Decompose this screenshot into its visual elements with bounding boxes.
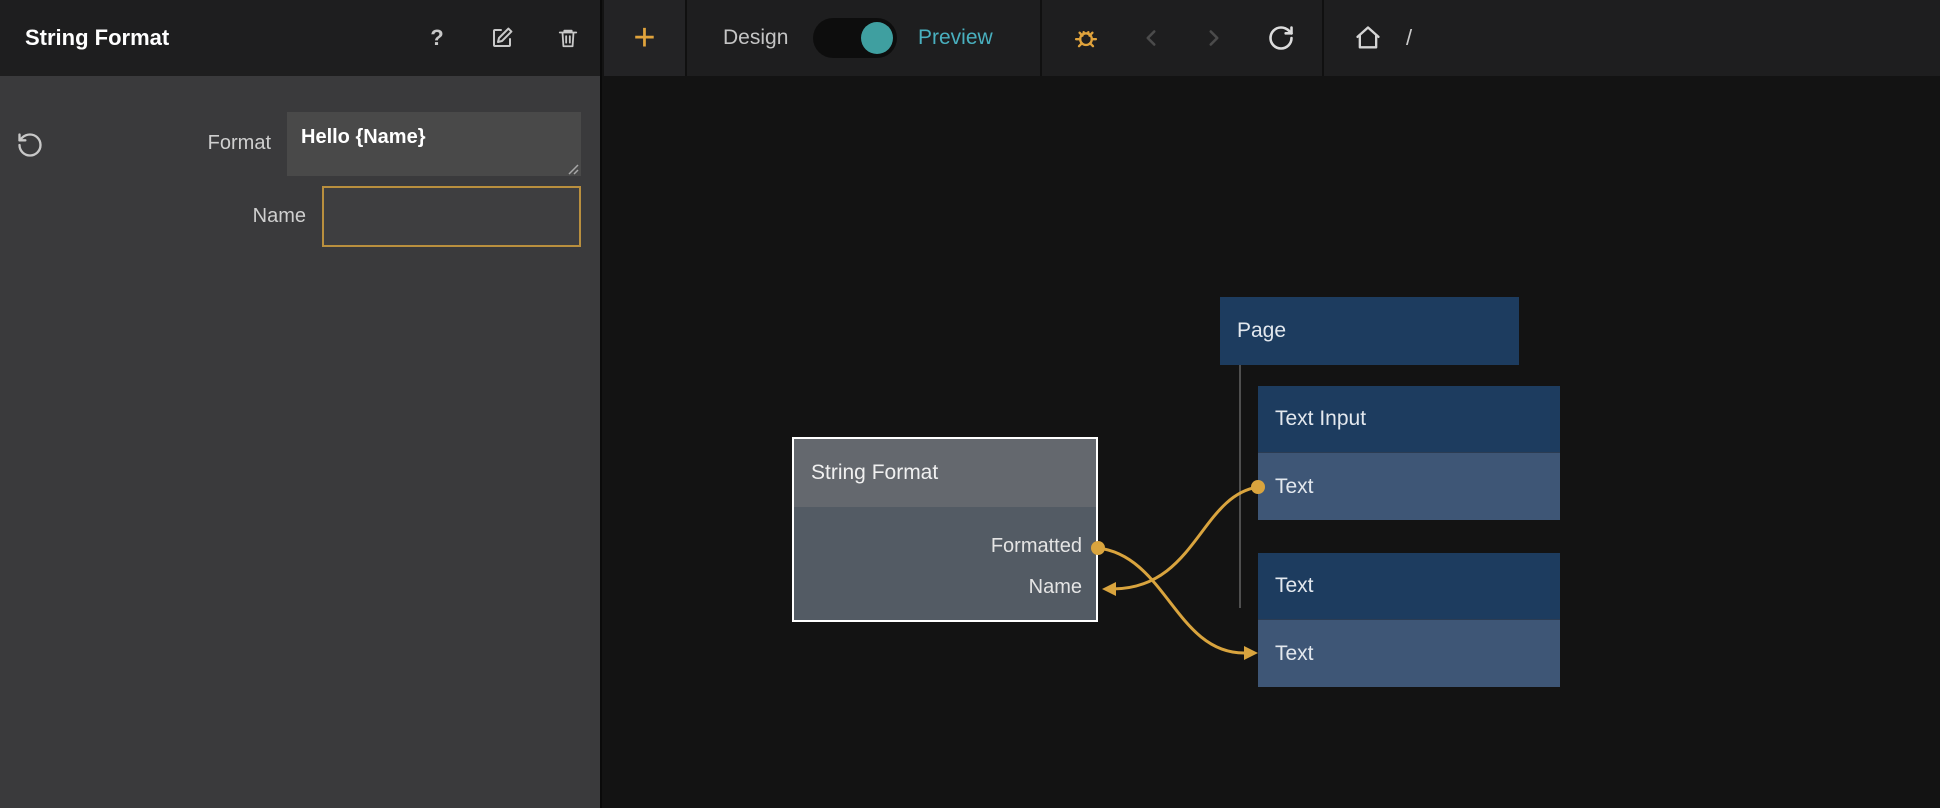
wire-arrowhead bbox=[1244, 646, 1258, 660]
toggle-knob bbox=[861, 22, 893, 54]
string-format-node-selected[interactable]: String Format Formatted Name bbox=[792, 437, 1098, 622]
textarea-resize-handle[interactable] bbox=[567, 162, 579, 174]
text-node-header: Text bbox=[1258, 553, 1560, 619]
sidebar-header: String Format ? bbox=[0, 0, 600, 76]
refresh-icon[interactable] bbox=[1261, 18, 1301, 58]
text-input-text-port-label: Text bbox=[1258, 453, 1560, 521]
formatted-output-port[interactable]: Formatted bbox=[991, 535, 1082, 558]
string-format-node-title: String Format bbox=[794, 439, 1096, 507]
toolbar-divider bbox=[1040, 0, 1042, 76]
node-graph-canvas[interactable]: Page Text Input Text Text Text String Fo… bbox=[604, 76, 1940, 808]
edit-icon[interactable] bbox=[486, 22, 518, 54]
name-input[interactable] bbox=[322, 186, 581, 247]
text-node[interactable]: Text Text bbox=[1258, 553, 1560, 687]
string-format-node-body: Formatted Name bbox=[794, 507, 1096, 620]
trash-icon[interactable] bbox=[552, 22, 584, 54]
page-node[interactable]: Page bbox=[1220, 297, 1519, 365]
format-input[interactable]: Hello {Name} bbox=[287, 112, 581, 176]
preview-mode-label[interactable]: Preview bbox=[918, 0, 993, 76]
connection-wire[interactable] bbox=[1112, 487, 1258, 589]
design-mode-label[interactable]: Design bbox=[723, 0, 788, 76]
text-node-title: Text bbox=[1258, 553, 1560, 619]
text-input-node[interactable]: Text Input Text bbox=[1258, 386, 1560, 520]
properties-sidebar: String Format ? Format H bbox=[0, 0, 602, 808]
text-text-port-label: Text bbox=[1258, 620, 1560, 688]
format-field-label: Format bbox=[0, 132, 271, 155]
home-icon[interactable] bbox=[1348, 18, 1388, 58]
navigate-forward-icon[interactable] bbox=[1194, 18, 1234, 58]
text-input-node-header: Text Input bbox=[1258, 386, 1560, 452]
text-text-port[interactable]: Text bbox=[1258, 619, 1560, 687]
navigate-back-icon[interactable] bbox=[1131, 18, 1171, 58]
name-input-port[interactable]: Name bbox=[1029, 576, 1082, 599]
wire-arrowhead bbox=[1102, 582, 1116, 596]
text-input-text-port[interactable]: Text bbox=[1258, 452, 1560, 520]
toolbar-divider bbox=[685, 0, 687, 76]
connection-wire[interactable] bbox=[1098, 548, 1244, 653]
design-preview-toggle[interactable] bbox=[813, 18, 897, 58]
name-field-label: Name bbox=[0, 205, 306, 228]
string-format-node-header: String Format bbox=[794, 439, 1096, 507]
help-icon-glyph: ? bbox=[430, 25, 443, 51]
breadcrumb: / bbox=[1406, 0, 1412, 76]
app-window: String Format ? Format H bbox=[0, 0, 1940, 808]
toolbar-divider bbox=[1322, 0, 1324, 76]
text-input-node-title: Text Input bbox=[1258, 386, 1560, 452]
help-icon[interactable]: ? bbox=[421, 22, 453, 54]
debug-bug-icon[interactable] bbox=[1066, 18, 1106, 58]
page-node-title: Page bbox=[1220, 297, 1519, 365]
plus-icon: + bbox=[633, 17, 655, 60]
add-node-button[interactable]: + bbox=[604, 0, 685, 76]
node-title-heading: String Format bbox=[25, 0, 169, 76]
top-toolbar: + Design Preview bbox=[604, 0, 1940, 76]
